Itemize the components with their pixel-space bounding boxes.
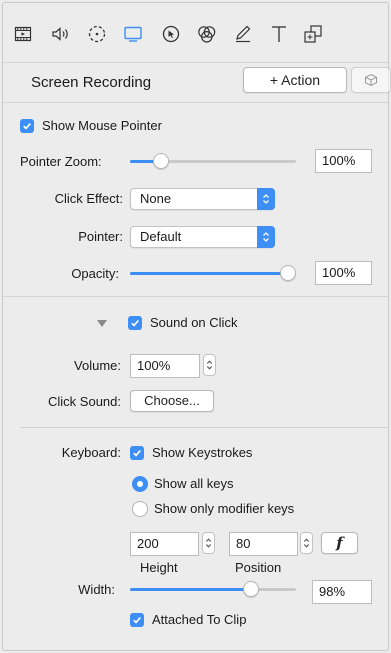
show-keystrokes-checkbox[interactable] xyxy=(130,446,144,460)
show-modifier-keys-radio[interactable] xyxy=(132,501,148,517)
inspector-toolbar xyxy=(3,3,388,63)
show-modifier-keys-label: Show only modifier keys xyxy=(154,501,295,516)
position-field[interactable]: 80 xyxy=(229,532,298,556)
attached-to-clip-checkbox[interactable] xyxy=(130,613,144,627)
position-caption: Position xyxy=(235,560,282,575)
layout-icon[interactable] xyxy=(299,21,327,47)
volume-stepper[interactable] xyxy=(203,354,216,376)
checkmark-icon xyxy=(23,123,31,130)
section-title: Screen Recording xyxy=(31,74,152,91)
stepper-arrows-icon xyxy=(206,360,213,370)
width-slider[interactable] xyxy=(130,581,296,597)
attached-to-clip-label: Attached To Clip xyxy=(152,612,247,627)
width-slider-fill xyxy=(130,588,251,591)
width-slider-knob[interactable] xyxy=(243,581,259,597)
cube-button[interactable] xyxy=(351,67,391,93)
click-sound-label: Click Sound: xyxy=(48,394,121,409)
checkmark-icon xyxy=(133,450,141,457)
pointer-select[interactable]: Default xyxy=(130,226,275,248)
screen-icon[interactable] xyxy=(119,21,147,47)
sound-on-click-label: Sound on Click xyxy=(150,315,238,330)
film-icon[interactable] xyxy=(9,21,37,47)
text-icon[interactable] xyxy=(265,21,293,47)
divider xyxy=(3,296,388,297)
stepper-arrows-icon xyxy=(205,538,212,548)
animation-icon[interactable] xyxy=(83,21,111,47)
pointer-zoom-slider[interactable] xyxy=(130,153,296,169)
divider xyxy=(20,427,388,428)
inspector-panel: Screen Recording + Action Show Mouse Poi… xyxy=(2,2,391,651)
select-arrows-icon xyxy=(257,188,275,210)
show-all-keys-label: Show all keys xyxy=(154,476,234,491)
opacity-label: Opacity: xyxy=(71,266,119,281)
position-stepper[interactable] xyxy=(300,532,313,554)
click-effect-value: None xyxy=(140,191,172,206)
opacity-field[interactable]: 100% xyxy=(315,261,372,285)
pointer-zoom-slider-knob[interactable] xyxy=(153,153,169,169)
select-arrows-icon xyxy=(257,226,275,248)
checkmark-icon xyxy=(133,617,141,624)
show-keystrokes-label: Show Keystrokes xyxy=(152,445,253,460)
pointer-value: Default xyxy=(140,229,182,244)
width-label: Width: xyxy=(78,582,115,597)
show-all-keys-radio[interactable] xyxy=(132,476,148,492)
height-field[interactable]: 200 xyxy=(130,532,199,556)
click-effect-label: Click Effect: xyxy=(54,191,123,206)
width-field[interactable]: 98% xyxy=(312,580,372,604)
choose-sound-button[interactable]: Choose... xyxy=(130,390,214,412)
filters-icon[interactable] xyxy=(193,21,221,47)
audio-icon[interactable] xyxy=(47,21,75,47)
stepper-arrows-icon xyxy=(303,538,310,548)
disclosure-triangle-icon[interactable] xyxy=(97,320,107,327)
checkmark-icon xyxy=(131,320,139,327)
opacity-slider[interactable] xyxy=(130,265,296,281)
add-action-button[interactable]: + Action xyxy=(243,67,347,93)
pointer-zoom-field[interactable]: 100% xyxy=(315,149,372,173)
show-mouse-pointer-label: Show Mouse Pointer xyxy=(42,118,162,133)
volume-field[interactable]: 100% xyxy=(130,354,200,378)
opacity-slider-fill xyxy=(130,272,288,275)
keyboard-label: Keyboard: xyxy=(61,445,121,460)
sound-on-click-checkbox[interactable] xyxy=(128,316,142,330)
section-header: Screen Recording + Action xyxy=(3,63,391,103)
height-stepper[interactable] xyxy=(202,532,215,554)
cursor-icon[interactable] xyxy=(157,21,185,47)
click-effect-select[interactable]: None xyxy=(130,188,275,210)
height-caption: Height xyxy=(140,560,178,575)
font-button[interactable]: f xyxy=(321,532,358,554)
volume-label: Volume: xyxy=(74,358,121,373)
cube-icon xyxy=(365,73,377,87)
show-mouse-pointer-checkbox[interactable] xyxy=(20,119,34,133)
pointer-zoom-label: Pointer Zoom: xyxy=(20,154,102,169)
annotation-icon[interactable] xyxy=(229,21,257,47)
pointer-label: Pointer: xyxy=(78,229,123,244)
opacity-slider-knob[interactable] xyxy=(280,265,296,281)
